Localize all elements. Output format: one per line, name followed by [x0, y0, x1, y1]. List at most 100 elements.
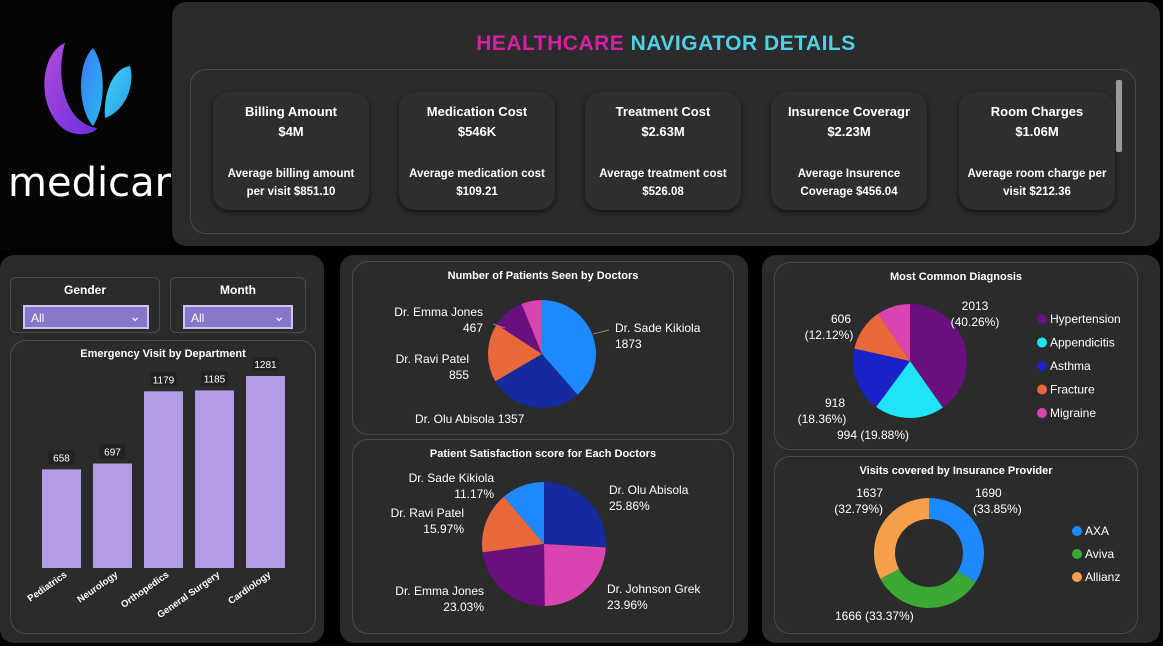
- legend-marker[interactable]: [1072, 572, 1082, 582]
- satisfaction-pie-chart: Dr. Olu Abisola 25.86% Dr. Johnson Grek 23.…: [391, 471, 702, 614]
- slice-name-label: Dr. Johnson Grek: [607, 582, 701, 596]
- legend-label: AXA: [1085, 524, 1109, 538]
- month-slicer: Month All ⌄: [170, 277, 306, 333]
- kpi-title: Medication Cost: [426, 104, 528, 119]
- kpi-card-billing: Billing Amount $4M Average billing amoun…: [213, 92, 369, 210]
- legend-marker[interactable]: [1037, 361, 1047, 371]
- diagnosis-pie-card: Most Common Diagnosis 2013 (40.26%) 994 (1…: [774, 262, 1138, 450]
- legend-marker[interactable]: [1037, 408, 1047, 418]
- kpi-value: $546K: [457, 124, 497, 139]
- bar[interactable]: [93, 463, 132, 568]
- slice-value-label: 11.17%: [454, 487, 494, 501]
- slice-value-label: 15.97%: [423, 522, 464, 536]
- legend-label: Aviva: [1085, 547, 1114, 561]
- kpi-desc: Average billing amount per visit $851.10: [227, 168, 355, 198]
- slice-label: 1666 (33.37%): [835, 609, 914, 623]
- data-label: 1185: [204, 374, 226, 385]
- page-title: HEALTHCARE NAVIGATOR DETAILS: [476, 32, 856, 55]
- kpi-card-medication: Medication Cost $546K Average medication…: [399, 92, 555, 210]
- data-label: 697: [104, 448, 121, 459]
- slice-value-label: 23.03%: [443, 600, 484, 614]
- slice-label: (12.12%): [805, 328, 854, 342]
- chevron-down-icon: ⌄: [273, 308, 285, 324]
- kpi-value: $1.06M: [1015, 124, 1059, 139]
- pie-slice[interactable]: [880, 568, 976, 608]
- kpi-title: Room Charges: [990, 104, 1084, 119]
- middle-panel: Number of Patients Seen by Doctors Dr. S…: [340, 255, 748, 643]
- kpi-value: $4M: [278, 124, 304, 139]
- gender-slicer: Gender All ⌄: [10, 277, 160, 333]
- slice-label: 918: [825, 396, 845, 410]
- kpi-card-insurance: Insurence Coveragr $2.23M Average Insure…: [771, 92, 927, 210]
- slice-label: 994 (19.88%): [837, 428, 909, 442]
- insurance-donut-chart: 1690 (33.85%) 1666 (33.37%) 1637 (32.79%) AXA…: [834, 486, 1120, 623]
- legend-label: Allianz: [1085, 570, 1120, 584]
- tick-label: Orthopedics: [119, 569, 171, 610]
- medicare-logo-icon: [44, 43, 132, 135]
- patients-pie-chart: Dr. Sade Kikiola 1873 Dr. Olu Abisola 1357…: [394, 300, 701, 426]
- slice-value-label: 25.86%: [609, 499, 650, 513]
- slice-label: 1637: [856, 486, 883, 500]
- data-label: 1281: [254, 360, 277, 371]
- bar[interactable]: [246, 376, 285, 568]
- kpi-desc: Average treatment cost $526.08: [599, 168, 727, 198]
- bar[interactable]: [195, 390, 234, 568]
- kpi-title: Treatment Cost: [615, 104, 711, 119]
- scrollbar[interactable]: [1116, 80, 1122, 152]
- legend-marker[interactable]: [1037, 337, 1047, 348]
- slice-name-label: Dr. Emma Jones: [394, 305, 483, 319]
- kpi-card-room: Room Charges $1.06M Average room charge …: [959, 92, 1115, 210]
- legend-label: Fracture: [1050, 383, 1095, 397]
- slice-value-label: 1873: [615, 337, 642, 351]
- slice-value-label: 467: [463, 321, 483, 335]
- kpi-desc: Average room charge per visit $212.36: [967, 168, 1107, 198]
- kpi-title: Billing Amount: [245, 104, 337, 119]
- tick-label: Cardiology: [226, 569, 274, 607]
- slice-label: 1690: [975, 486, 1002, 500]
- legend-marker[interactable]: [1037, 384, 1047, 395]
- slice-label: Dr. Olu Abisola 1357: [415, 412, 525, 426]
- pie-slice[interactable]: [544, 482, 606, 548]
- leader-line: [592, 329, 610, 335]
- slice-label: (40.26%): [951, 315, 1000, 329]
- pie-slice[interactable]: [544, 544, 606, 606]
- chevron-down-icon: ⌄: [129, 308, 141, 324]
- slice-label: (32.79%): [834, 502, 883, 516]
- kpi-desc: Average Insurence Coverage $456.04: [797, 168, 901, 198]
- slice-name-label: Dr. Sade Kikiola: [615, 321, 701, 335]
- header-panel: HEALTHCARE NAVIGATOR DETAILS Billing Amo…: [172, 2, 1160, 246]
- legend-marker[interactable]: [1037, 314, 1047, 324]
- tick-label: Pediatrics: [26, 569, 70, 604]
- insurance-donut-card: Visits covered by Insurance Provider 169…: [774, 456, 1138, 634]
- pie-slice[interactable]: [482, 544, 545, 606]
- kpi-desc: Average medication cost $109.21: [409, 168, 545, 198]
- right-panel: Most Common Diagnosis 2013 (40.26%) 994 (1…: [762, 255, 1160, 643]
- slice-name-label: Dr. Sade Kikiola: [409, 471, 495, 485]
- legend-marker[interactable]: [1072, 526, 1082, 536]
- bar-chart-card: Emergency Visit by Department 658 Pediatr…: [10, 340, 316, 634]
- tick-label: Neurology: [75, 569, 120, 605]
- kpi-value: $2.63M: [641, 124, 685, 139]
- bar-chart: 658 Pediatrics 697 Neurology 1179 Orthopedics…: [26, 357, 285, 621]
- kpi-value: $2.23M: [827, 124, 871, 139]
- slice-label: (33.85%): [973, 502, 1022, 516]
- logo: medicare: [0, 0, 195, 250]
- slice-name-label: Dr. Olu Abisola: [609, 483, 689, 497]
- left-panel: Gender All ⌄ Month All ⌄ Emergency Visit…: [0, 255, 324, 643]
- gender-label: Gender: [63, 283, 106, 297]
- slice-name-label: Dr. Emma Jones: [395, 584, 484, 598]
- legend-label: Appendicitis: [1050, 336, 1115, 350]
- legend-label: Asthma: [1050, 359, 1091, 373]
- slice-name-label: Dr. Ravi Patel: [396, 352, 469, 366]
- legend-marker[interactable]: [1072, 549, 1082, 559]
- month-dropdown[interactable]: All ⌄: [183, 305, 293, 329]
- gender-dropdown[interactable]: All ⌄: [23, 305, 149, 329]
- slice-label: 2013: [962, 299, 989, 313]
- slice-label: (18.36%): [798, 412, 847, 426]
- legend-label: Hypertension: [1050, 312, 1121, 326]
- bar[interactable]: [42, 469, 81, 568]
- diagnosis-pie-chart: 2013 (40.26%) 994 (19.88%) 918 (18.36%) 606 (1…: [798, 299, 1121, 442]
- slice-value-label: 23.96%: [607, 598, 648, 612]
- bar[interactable]: [144, 391, 183, 568]
- data-label: 658: [53, 453, 70, 464]
